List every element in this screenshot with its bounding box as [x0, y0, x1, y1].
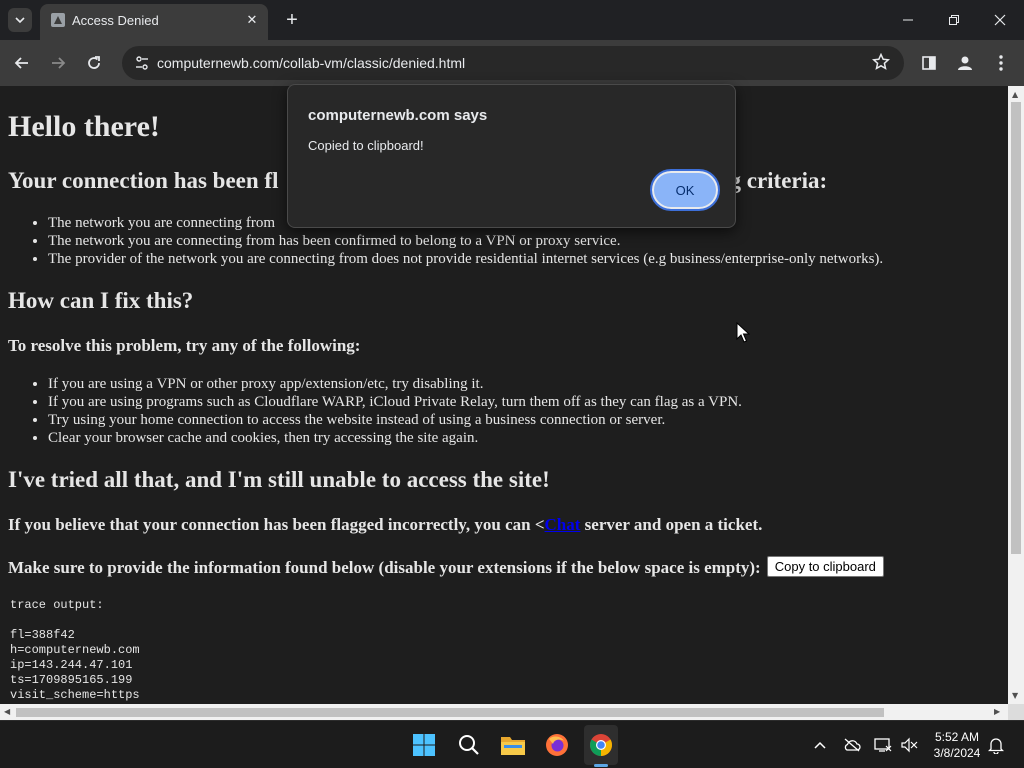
chevron-up-icon — [814, 741, 826, 749]
side-panel-icon — [922, 56, 936, 70]
profile-icon — [958, 56, 972, 70]
list-item: If you are using programs such as Cloudf… — [48, 393, 742, 411]
chrome-button[interactable] — [587, 731, 615, 759]
tray-overflow-button[interactable] — [810, 735, 830, 755]
list-item: Clear your browser cache and cookies, th… — [48, 429, 742, 447]
tab-title: Access Denied — [72, 13, 159, 28]
network-icon — [874, 738, 892, 752]
address-bar[interactable]: computernewb.com/collab-vm/classic/denie… — [122, 46, 904, 80]
flag-heading-left: Your connection has been fl — [8, 168, 279, 193]
dialog-title: computernewb.com says — [308, 107, 488, 124]
back-button[interactable] — [9, 50, 35, 76]
vertical-scrollbar[interactable]: ▲ ▼ — [1008, 86, 1024, 704]
tab-access-denied[interactable]: Access Denied ✕ — [40, 4, 268, 40]
firefox-button[interactable] — [543, 731, 571, 759]
list-item: The provider of the network you are conn… — [48, 250, 883, 268]
dialog-ok-button[interactable]: OK — [650, 169, 720, 211]
bookmark-star-icon[interactable] — [872, 53, 890, 71]
clock-date: 3/8/2024 — [933, 746, 981, 760]
horizontal-scroll-thumb[interactable] — [16, 708, 884, 717]
vertical-scroll-thumb[interactable] — [1011, 102, 1021, 554]
scroll-left-icon[interactable]: ◀ — [4, 707, 10, 716]
chat-link[interactable]: Chat — [545, 515, 581, 534]
chevron-down-icon — [15, 17, 25, 24]
reload-button[interactable] — [81, 50, 107, 76]
fix-heading: How can I fix this? — [8, 288, 194, 313]
file-explorer-button[interactable] — [499, 731, 527, 759]
arrow-left-icon — [14, 57, 28, 69]
volume-muted-icon — [901, 737, 918, 753]
minimize-button[interactable] — [888, 6, 928, 34]
reload-icon — [88, 56, 100, 69]
profile-button[interactable] — [954, 52, 976, 74]
taskbar-clock[interactable]: 5:52 AM 3/8/2024 — [928, 729, 986, 761]
forward-button[interactable] — [45, 50, 71, 76]
clock-time: 5:52 AM — [934, 730, 980, 744]
scroll-up-icon[interactable]: ▲ — [1012, 90, 1018, 99]
cloud-off-icon — [844, 738, 861, 752]
browser-menu-button[interactable] — [990, 52, 1012, 74]
horizontal-scrollbar[interactable]: ◀ ▶ — [0, 704, 1008, 720]
tried-heading: I've tried all that, and I'm still unabl… — [8, 467, 550, 492]
provide-text: Make sure to provide the information fou… — [8, 556, 884, 578]
list-item: If you are using a VPN or other proxy ap… — [48, 375, 742, 393]
arrow-right-icon — [52, 57, 66, 69]
incorrect-text: If you believe that your connection has … — [8, 515, 762, 535]
title-bar: Access Denied ✕ + — [0, 0, 1024, 40]
folder-icon — [501, 737, 525, 755]
notifications-button[interactable] — [986, 735, 1006, 755]
alert-dialog: computernewb.com says Copied to clipboar… — [287, 84, 736, 228]
resolve-heading: To resolve this problem, try any of the … — [8, 336, 361, 355]
onedrive-button[interactable] — [842, 735, 862, 755]
close-window-button[interactable] — [980, 6, 1020, 34]
network-button[interactable] — [873, 735, 893, 755]
search-button[interactable] — [455, 731, 483, 759]
start-button[interactable] — [410, 731, 438, 759]
windows-logo-icon — [413, 734, 435, 756]
minimize-icon — [903, 19, 913, 21]
close-icon — [994, 14, 1006, 26]
side-panel-button[interactable] — [918, 52, 940, 74]
dialog-message: Copied to clipboard! — [308, 138, 424, 153]
incorrect-suffix: server and open a ticket. — [580, 515, 763, 534]
browser-toolbar: computernewb.com/collab-vm/classic/denie… — [0, 40, 1024, 86]
incorrect-prefix: If you believe that your connection has … — [8, 515, 545, 534]
trace-output: trace output: fl=388f42 h=computernewb.c… — [10, 598, 140, 702]
copy-to-clipboard-button[interactable]: Copy to clipboard — [766, 556, 884, 577]
mouse-cursor-icon — [736, 322, 750, 343]
bell-icon — [988, 738, 1004, 754]
scroll-down-icon[interactable]: ▼ — [1012, 691, 1018, 700]
url-text[interactable]: computernewb.com/collab-vm/classic/denie… — [157, 55, 465, 71]
provide-label: Make sure to provide the information fou… — [8, 558, 761, 577]
site-info-icon[interactable] — [134, 55, 150, 71]
firefox-icon — [546, 734, 568, 756]
restore-icon — [949, 15, 959, 25]
fixes-list: If you are using a VPN or other proxy ap… — [48, 375, 742, 447]
taskbar: 5:52 AM 3/8/2024 — [0, 720, 1024, 768]
chrome-icon — [590, 734, 612, 756]
tab-search-button[interactable] — [8, 8, 32, 32]
scroll-right-icon[interactable]: ▶ — [994, 707, 1000, 716]
volume-button[interactable] — [899, 735, 919, 755]
search-icon — [459, 735, 479, 755]
restore-button[interactable] — [934, 6, 974, 34]
more-vertical-icon — [999, 55, 1003, 71]
tab-close-icon[interactable]: ✕ — [242, 10, 262, 30]
chrome-active-indicator — [594, 764, 608, 767]
page-title: Hello there! — [8, 110, 160, 143]
scrollbar-corner — [1008, 704, 1024, 720]
tab-favicon-icon — [51, 13, 65, 27]
list-item: Try using your home connection to access… — [48, 411, 742, 429]
new-tab-button[interactable]: + — [280, 8, 304, 32]
list-item: The network you are connecting from has … — [48, 232, 883, 250]
